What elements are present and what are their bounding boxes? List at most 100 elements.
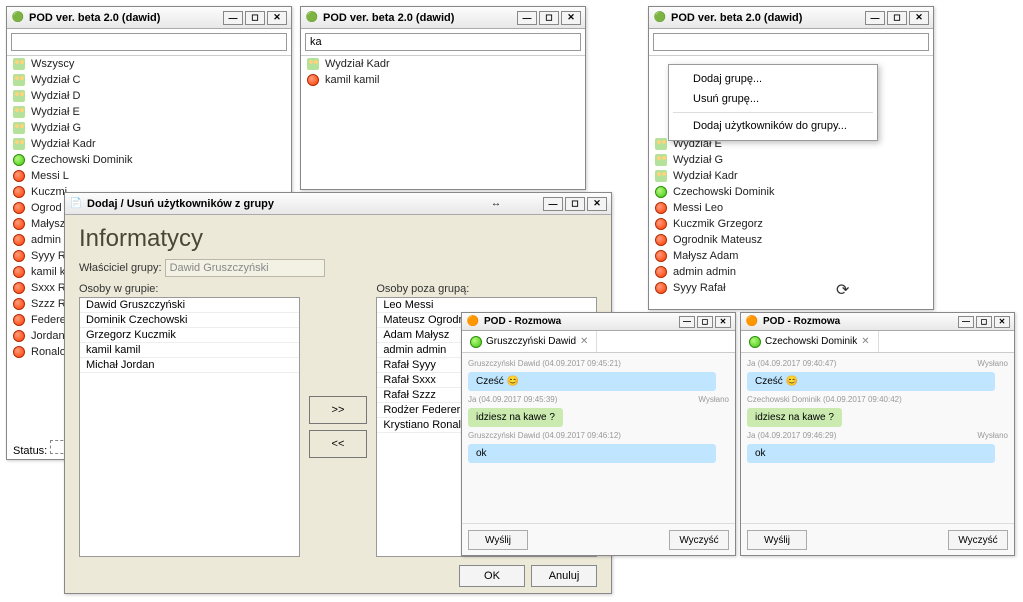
owner-label: Właściciel grupy: — [79, 262, 162, 274]
status-offline-icon — [655, 234, 667, 246]
listbox-item[interactable]: Grzegorz Kuczmik — [80, 328, 299, 343]
context-menu-add-group[interactable]: Dodaj grupę... — [669, 69, 877, 89]
list-item[interactable]: Wydział Kadr — [7, 136, 291, 152]
chat-messages[interactable]: Gruszczyński Dawid (04.09.2017 09:45:21)… — [462, 353, 735, 523]
maximize-button[interactable]: ◻ — [697, 316, 713, 328]
minimize-button[interactable]: — — [223, 11, 243, 25]
group-icon — [13, 74, 25, 86]
dialog-maximize-button[interactable]: ◻ — [565, 197, 585, 211]
listbox-item[interactable]: kamil kamil — [80, 343, 299, 358]
list-item-label: Wydział C — [31, 74, 80, 86]
chat-window-1: 🟠 POD - Rozmowa — ◻ ✕ Gruszczyński Dawid… — [461, 312, 736, 556]
message-bubble: idziesz na kawe ? — [747, 408, 842, 427]
minimize-button[interactable]: — — [958, 316, 974, 328]
list-item[interactable]: Wydział D — [7, 88, 291, 104]
list-item[interactable]: Wszyscy — [7, 56, 291, 72]
send-button[interactable]: Wyślij — [468, 530, 528, 550]
close-button[interactable]: ✕ — [267, 11, 287, 25]
context-menu-add-users[interactable]: Dodaj użytkowników do grupy... — [669, 116, 877, 136]
search-input[interactable] — [11, 33, 287, 51]
chat-titlebar[interactable]: 🟠 POD - Rozmowa — ◻ ✕ — [462, 313, 735, 331]
titlebar[interactable]: 🟢 POD ver. beta 2.0 (dawid) — ◻ ✕ — [649, 7, 933, 29]
titlebar[interactable]: 🟢 POD ver. beta 2.0 (dawid) — ◻ ✕ — [301, 7, 585, 29]
list-item[interactable]: Syyy Rafał — [649, 280, 933, 296]
status-offline-icon — [655, 218, 667, 230]
list-item[interactable]: Wydział Kadr — [301, 56, 585, 72]
maximize-button[interactable]: ◻ — [245, 11, 265, 25]
clear-button[interactable]: Wyczyść — [669, 530, 729, 550]
chat-title: POD - Rozmowa — [484, 316, 677, 327]
add-to-group-button[interactable]: >> — [309, 396, 367, 424]
status-offline-icon — [655, 282, 667, 294]
list-item-label: Sxxx R — [31, 282, 66, 294]
list-item-label: Małysz — [31, 218, 65, 230]
close-button[interactable]: ✕ — [715, 316, 731, 328]
list-item[interactable]: Messi L — [7, 168, 291, 184]
list-item[interactable]: Czechowski Dominik — [7, 152, 291, 168]
list-item-label: kamil k — [31, 266, 65, 278]
tab-close-icon[interactable]: ✕ — [861, 336, 869, 347]
list-item[interactable]: Kuczmik Grzegorz — [649, 216, 933, 232]
cancel-button[interactable]: Anuluj — [531, 565, 597, 587]
status-offline-icon — [13, 218, 25, 230]
close-button[interactable]: ✕ — [994, 316, 1010, 328]
people-in-listbox[interactable]: Dawid GruszczyńskiDominik CzechowskiGrze… — [79, 297, 300, 557]
list-item[interactable]: admin admin — [649, 264, 933, 280]
maximize-button[interactable]: ◻ — [887, 11, 907, 25]
remove-from-group-button[interactable]: << — [309, 430, 367, 458]
move-handle-icon[interactable]: ↔ — [491, 198, 501, 209]
listbox-item[interactable]: Michał Jordan — [80, 358, 299, 373]
dialog-minimize-button[interactable]: — — [543, 197, 563, 211]
chat-titlebar[interactable]: 🟠 POD - Rozmowa — ◻ ✕ — [741, 313, 1014, 331]
status-offline-icon — [655, 202, 667, 214]
chat-messages[interactable]: Ja (04.09.2017 09:40:47)WysłanoCześć 😊Cz… — [741, 353, 1014, 523]
status-offline-icon — [13, 266, 25, 278]
search-input[interactable] — [653, 33, 929, 51]
maximize-button[interactable]: ◻ — [976, 316, 992, 328]
list-item[interactable]: Wydział C — [7, 72, 291, 88]
send-button[interactable]: Wyślij — [747, 530, 807, 550]
status-offline-icon — [13, 202, 25, 214]
tab-close-icon[interactable]: ✕ — [580, 336, 588, 347]
minimize-button[interactable]: — — [517, 11, 537, 25]
search-input[interactable] — [305, 33, 581, 51]
list-item[interactable]: Wydział Kadr — [649, 168, 933, 184]
pod-main-window-3: 🟢 POD ver. beta 2.0 (dawid) — ◻ ✕ Wydzia… — [648, 6, 934, 310]
list-item[interactable]: Czechowski Dominik — [649, 184, 933, 200]
list-item[interactable]: Małysz Adam — [649, 248, 933, 264]
minimize-button[interactable]: — — [679, 316, 695, 328]
group-icon — [13, 138, 25, 150]
clear-button[interactable]: Wyczyść — [948, 530, 1008, 550]
maximize-button[interactable]: ◻ — [539, 11, 559, 25]
chat-tab[interactable]: Czechowski Dominik ✕ — [741, 331, 879, 352]
people-out-label: Osoby poza grupą: — [376, 283, 597, 295]
list-item[interactable]: Wydział G — [7, 120, 291, 136]
group-icon — [13, 58, 25, 70]
status-offline-icon — [13, 314, 25, 326]
dialog-titlebar[interactable]: 📄 Dodaj / Usuń użytkowników z grupy ↔ — … — [65, 193, 611, 215]
list-item[interactable]: kamil kamil — [301, 72, 585, 88]
ok-button[interactable]: OK — [459, 565, 525, 587]
message-bubble: Cześć 😊 — [747, 372, 995, 391]
list-item[interactable]: Ogrodnik Mateusz — [649, 232, 933, 248]
listbox-item[interactable]: Leo Messi — [377, 298, 596, 313]
list-item[interactable]: Wydział E — [7, 104, 291, 120]
list-item-label: Wydział Kadr — [325, 58, 390, 70]
chat-tab[interactable]: Gruszczyński Dawid ✕ — [462, 331, 597, 352]
close-button[interactable]: ✕ — [909, 11, 929, 25]
minimize-button[interactable]: — — [865, 11, 885, 25]
listbox-item[interactable]: Dawid Gruszczyński — [80, 298, 299, 313]
group-icon — [655, 138, 667, 150]
contact-list[interactable]: Wydział Kadr kamil kamil — [301, 56, 585, 188]
titlebar[interactable]: 🟢 POD ver. beta 2.0 (dawid) — ◻ ✕ — [7, 7, 291, 29]
group-icon — [655, 170, 667, 182]
context-menu-remove-group[interactable]: Usuń grupę... — [669, 89, 877, 109]
chat-window-2: 🟠 POD - Rozmowa — ◻ ✕ Czechowski Dominik… — [740, 312, 1015, 556]
list-item[interactable]: Wydział G — [649, 152, 933, 168]
close-button[interactable]: ✕ — [561, 11, 581, 25]
listbox-item[interactable]: Dominik Czechowski — [80, 313, 299, 328]
list-item[interactable]: Messi Leo — [649, 200, 933, 216]
app-icon: 🟠 — [745, 315, 759, 329]
dialog-close-button[interactable]: ✕ — [587, 197, 607, 211]
app-icon: 🟠 — [466, 315, 480, 329]
